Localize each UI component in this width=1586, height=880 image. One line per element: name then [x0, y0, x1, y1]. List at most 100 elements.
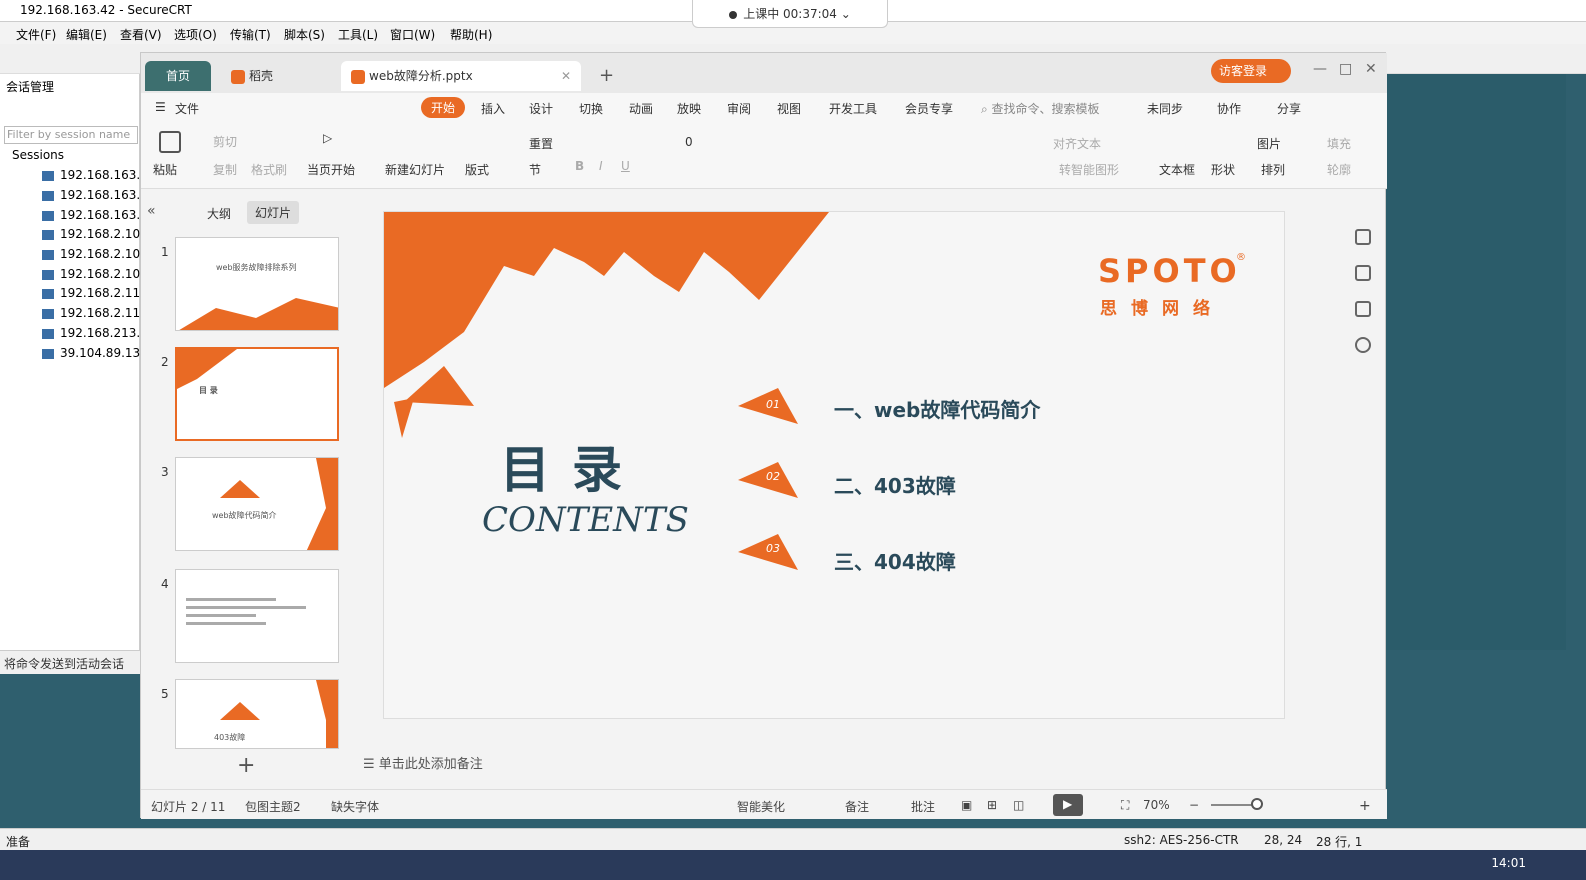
zoom-level[interactable]: 70% [1143, 798, 1170, 812]
shape-button[interactable]: 形状 [1211, 161, 1235, 178]
menu-transition[interactable]: 切换 [579, 100, 603, 117]
underline-icon[interactable]: U [621, 159, 630, 173]
menu-member[interactable]: 会员专享 [905, 100, 953, 117]
menu-insert[interactable]: 插入 [481, 100, 505, 117]
close-tab-icon[interactable]: ✕ [561, 61, 571, 91]
session-item[interactable]: 192.168.2.112 [42, 286, 148, 300]
reset-button[interactable]: 重置 [529, 135, 553, 152]
tab-document[interactable]: web故障分析.pptx ✕ [341, 61, 581, 91]
tab-outline[interactable]: 大纲 [207, 205, 231, 222]
tab-home[interactable]: 首页 [145, 61, 211, 91]
picture-button[interactable]: 图片 [1257, 135, 1281, 152]
cut-button[interactable]: 剪切 [213, 133, 237, 150]
crt-menu-tools[interactable]: 工具(L) [338, 26, 378, 43]
menu-view[interactable]: 视图 [777, 100, 801, 117]
session-item[interactable]: 192.168.2.104 [42, 247, 148, 261]
add-slide-icon[interactable]: + [237, 753, 255, 778]
normal-view-icon[interactable]: ▣ [961, 798, 972, 812]
session-item[interactable]: 192.168.163.1 [42, 168, 148, 182]
slide-thumbnail[interactable]: web故障代码简介 [175, 457, 339, 551]
new-slide-button[interactable]: 新建幻灯片 [385, 161, 445, 178]
menu-review[interactable]: 审阅 [727, 100, 751, 117]
slide-thumbnail[interactable] [175, 569, 339, 663]
outline-button[interactable]: 轮廓 [1327, 161, 1351, 178]
crt-menu-help[interactable]: 帮助(H) [450, 26, 492, 43]
copy-icon[interactable] [1355, 301, 1371, 317]
slide-thumbnail[interactable]: 403故障 [175, 679, 339, 749]
slide-thumbnail-active[interactable]: 目 录 [175, 347, 339, 441]
text-box-button[interactable]: 文本框 [1159, 161, 1195, 178]
recording-banner[interactable]: 上课中 00:37:04 ⌄ [692, 0, 888, 28]
command-search-input[interactable]: ⌕ 查找命令、搜索模板 [981, 100, 1100, 117]
bold-icon[interactable]: B [575, 159, 584, 173]
fit-window-icon[interactable]: ⛶ [1121, 798, 1129, 813]
align-text-button[interactable]: 对齐文本 [1053, 135, 1101, 152]
star-icon[interactable] [1355, 265, 1371, 281]
share-button[interactable]: 分享 [1277, 100, 1301, 117]
zoom-in-icon[interactable]: + [1359, 798, 1371, 814]
guest-login-button[interactable]: 访客登录 [1211, 59, 1291, 83]
sessions-root[interactable]: Sessions [12, 148, 64, 162]
minimize-icon[interactable]: — [1313, 61, 1327, 77]
menu-slideshow[interactable]: 放映 [677, 100, 701, 117]
smart-art-button[interactable]: 转智能图形 [1059, 161, 1119, 178]
menu-design[interactable]: 设计 [529, 100, 553, 117]
paste-button[interactable]: 粘贴 [153, 161, 177, 178]
play-from-current-icon[interactable]: ▷ [323, 131, 332, 145]
crt-menu-options[interactable]: 选项(O) [174, 26, 217, 43]
fill-button[interactable]: 填充 [1327, 135, 1351, 152]
menu-file[interactable]: 文件 [175, 100, 199, 117]
missing-font-button[interactable]: 缺失字体 [331, 798, 379, 815]
play-from-current-button[interactable]: 当页开始 [307, 161, 355, 178]
format-brush-button[interactable]: 格式刷 [251, 161, 287, 178]
beautify-button[interactable]: 智能美化 [737, 798, 785, 815]
play-slideshow-button[interactable]: ▶ [1053, 794, 1083, 816]
notes-button[interactable]: 备注 [845, 798, 869, 815]
layout-button[interactable]: 版式 [465, 161, 489, 178]
tab-daoke[interactable]: 稻壳 [221, 61, 331, 91]
session-item[interactable]: 192.168.2.112 [42, 306, 148, 320]
slide-thumbnail[interactable]: web服务故障排除系列 [175, 237, 339, 331]
session-item[interactable]: 192.168.213.1 [42, 326, 148, 340]
session-filter-input[interactable]: Filter by session name [4, 126, 138, 144]
section-button[interactable]: 节 [529, 161, 541, 178]
help-icon[interactable] [1355, 337, 1371, 353]
zoom-slider-handle[interactable] [1251, 798, 1263, 810]
comment-button[interactable]: 批注 [911, 798, 935, 815]
arrange-button[interactable]: 排列 [1261, 161, 1285, 178]
zoom-out-icon[interactable]: − [1189, 798, 1199, 812]
session-item[interactable]: 192.168.2.106 [42, 267, 148, 281]
menu-developer[interactable]: 开发工具 [829, 100, 877, 117]
reading-view-icon[interactable]: ◫ [1013, 798, 1024, 812]
session-item[interactable]: 192.168.163.4 [42, 208, 148, 222]
session-item[interactable]: 192.168.163.1 [42, 188, 148, 202]
copy-button[interactable]: 复制 [213, 161, 237, 178]
menu-animation[interactable]: 动画 [629, 100, 653, 117]
crt-terminal[interactable] [1386, 74, 1566, 650]
session-item[interactable]: 192.168.2.10 [42, 227, 140, 241]
font-size-select[interactable]: 0 [685, 135, 693, 149]
crt-menu-view[interactable]: 查看(V) [120, 26, 162, 43]
italic-icon[interactable]: I [599, 159, 603, 173]
menu-start[interactable]: 开始 [421, 97, 466, 118]
settings-sliders-icon[interactable] [1355, 229, 1371, 245]
crt-menu-script[interactable]: 脚本(S) [284, 26, 325, 43]
notes-placeholder[interactable]: ☰ 单击此处添加备注 [363, 753, 483, 772]
new-tab-icon[interactable]: + [599, 65, 614, 86]
sorter-view-icon[interactable]: ⊞ [987, 798, 997, 812]
session-item[interactable]: 39.104.89.136 [42, 346, 148, 360]
sync-status[interactable]: 未同步 [1147, 100, 1183, 117]
crt-menu-edit[interactable]: 编辑(E) [66, 26, 107, 43]
slide-canvas[interactable]: SPOTO ® 思博网络 目录 CONTENTS 01 一、web故障代码简介 … [383, 211, 1285, 719]
collab-button[interactable]: 协作 [1217, 100, 1241, 117]
send-command-bar[interactable]: 将命令发送到活动会话 [0, 650, 140, 674]
paste-icon[interactable] [159, 131, 181, 156]
tab-slides[interactable]: 幻灯片 [247, 201, 300, 224]
crt-menu-window[interactable]: 窗口(W) [390, 26, 435, 43]
hamburger-icon[interactable]: ☰ [155, 100, 166, 114]
maximize-icon[interactable]: □ [1339, 61, 1352, 77]
close-window-icon[interactable]: ✕ [1365, 61, 1377, 77]
theme-name[interactable]: 包图主题2 [245, 798, 301, 815]
crt-menu-transfer[interactable]: 传输(T) [230, 26, 271, 43]
crt-menu-file[interactable]: 文件(F) [16, 26, 56, 43]
